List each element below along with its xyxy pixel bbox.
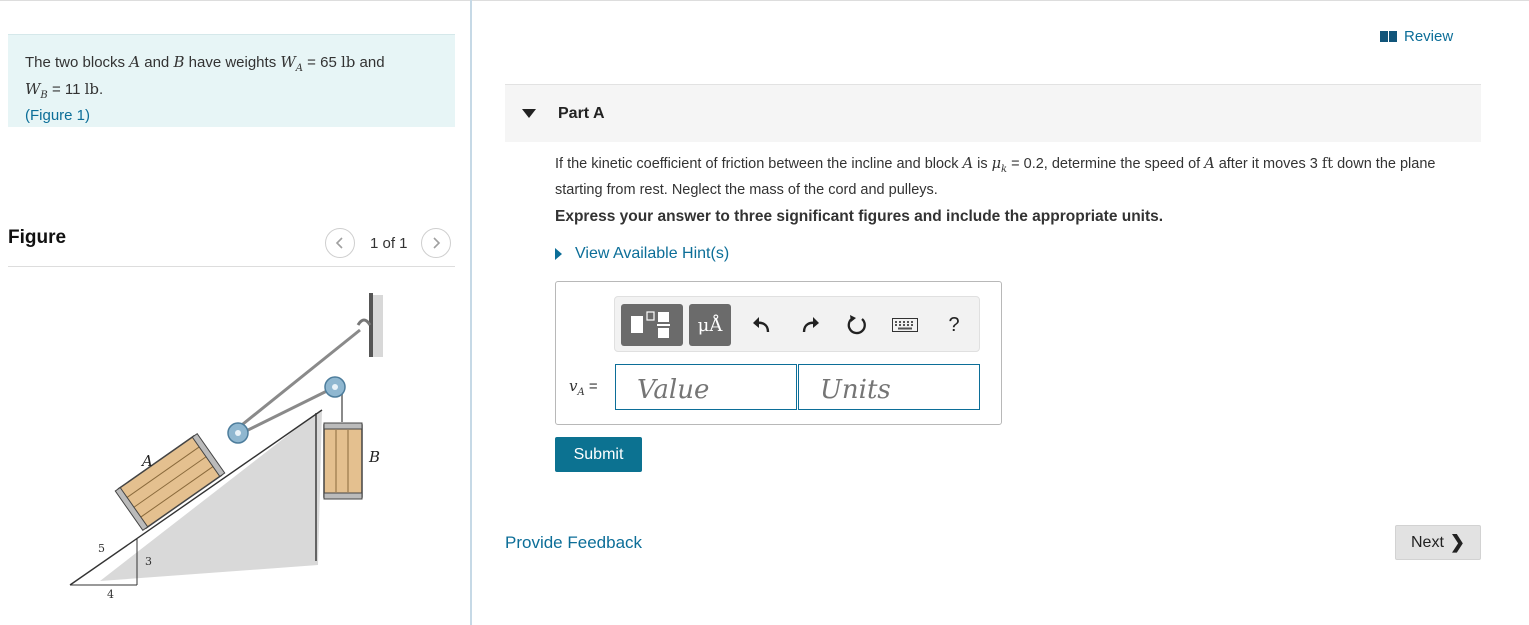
undo-icon[interactable] (750, 313, 774, 337)
redo-icon[interactable] (798, 313, 822, 337)
next-button[interactable]: Next ❯ (1395, 525, 1481, 560)
block-a-symbol: A (1204, 156, 1215, 172)
answer-box: μÅ ? vA = (555, 281, 1002, 425)
answer-variable-label: vA = (569, 377, 598, 398)
weight-a-subscript: A (295, 63, 304, 74)
reset-icon[interactable] (845, 313, 869, 337)
question-text: If the kinetic coefficient of friction b… (555, 154, 1475, 201)
math-toolbar: μÅ ? (614, 296, 980, 352)
next-label: Next (1411, 533, 1444, 551)
units-input[interactable] (798, 364, 980, 410)
part-title: Part A (558, 104, 605, 122)
value-input[interactable] (615, 364, 797, 410)
book-icon (1380, 31, 1397, 42)
weight-b-subscript: B (40, 90, 48, 101)
pager-text: 1 of 1 (370, 234, 408, 252)
question-part: If the kinetic coefficient of friction b… (555, 156, 963, 172)
hook (356, 318, 372, 326)
weight-a-value: = 65 (303, 54, 341, 71)
wall-shade (373, 295, 383, 357)
caret-down-icon (522, 109, 536, 118)
problem-text: and (355, 54, 385, 71)
figure-divider (8, 266, 455, 267)
review-label: Review (1404, 28, 1454, 45)
figure-pager: 1 of 1 (325, 228, 451, 258)
answer-instruction: Express your answer to three significant… (555, 208, 1164, 225)
pane-divider (470, 0, 472, 625)
keyboard-icon[interactable] (892, 313, 918, 337)
velocity-subscript: A (577, 387, 585, 398)
caret-right-icon (555, 248, 562, 260)
problem-text: The two blocks (25, 54, 130, 71)
block-a-symbol: A (129, 53, 141, 71)
question-part: after it moves 3 (1214, 156, 1322, 172)
hints-toggle[interactable]: View Available Hint(s) (555, 245, 729, 263)
weight-a-unit: lb (340, 53, 356, 71)
mu-symbol: μ (991, 156, 1002, 172)
block-b-symbol: B (173, 53, 185, 71)
problem-statement: The two blocks A and B have weights WA =… (8, 34, 455, 127)
top-border (0, 0, 1529, 1)
units-button[interactable]: μÅ (689, 304, 731, 346)
block-a-label: A (140, 452, 153, 470)
problem-text: and (140, 54, 174, 71)
block-b-label: B (368, 448, 380, 466)
help-button[interactable]: ? (942, 313, 966, 337)
slope-label-3: 3 (145, 555, 152, 568)
part-a-header[interactable]: Part A (505, 85, 1481, 142)
figure-link[interactable]: (Figure 1) (25, 107, 90, 124)
weight-b-unit: lb (84, 80, 100, 98)
chevron-left-icon[interactable] (325, 228, 355, 258)
templates-icon[interactable] (621, 304, 683, 346)
problem-text: have weights (184, 54, 281, 71)
chevron-right-icon: ❯ (1449, 532, 1465, 552)
slope-label-4: 4 (107, 588, 114, 601)
question-part: = 0.2, determine the speed of (1007, 156, 1205, 172)
weight-b-value: = 11 (47, 81, 85, 98)
problem-text: . (99, 81, 104, 98)
pulley-b-hub (332, 384, 338, 390)
equals-sign: = (584, 378, 598, 395)
chevron-right-icon[interactable] (420, 228, 451, 258)
provide-feedback-link[interactable]: Provide Feedback (505, 533, 642, 553)
figure-diagram: 5 3 4 A B (69, 293, 383, 601)
weight-a-symbol: W (280, 53, 296, 71)
distance-unit: ft (1321, 156, 1334, 172)
block-b (323, 422, 363, 500)
hints-label: View Available Hint(s) (575, 245, 730, 262)
pulley-a-hub (235, 430, 241, 436)
slope-label-5: 5 (98, 542, 105, 555)
weight-b-symbol: W (25, 80, 41, 98)
figure-heading: Figure (8, 227, 67, 248)
block-a-symbol: A (962, 156, 974, 172)
question-part: is (973, 156, 992, 172)
submit-button[interactable]: Submit (555, 437, 642, 472)
review-link[interactable]: Review (1380, 28, 1453, 45)
